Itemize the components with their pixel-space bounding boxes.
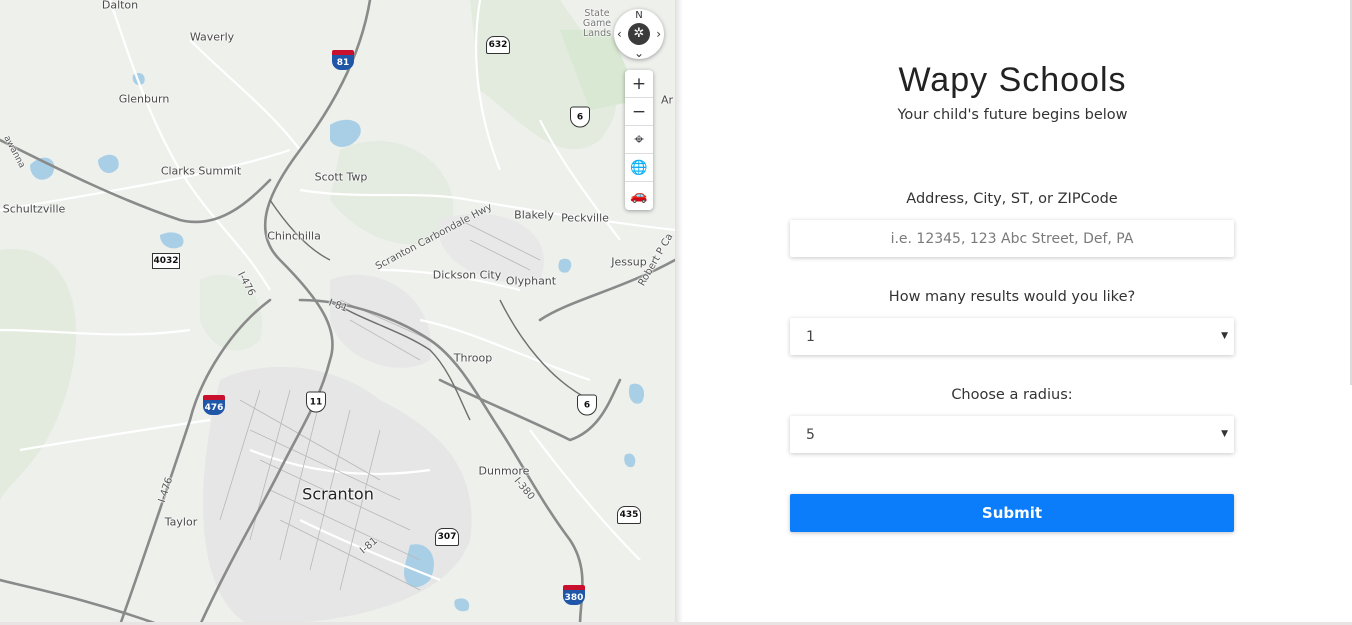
radius-value: 5 [806,426,815,443]
us-route-shield: 6 [577,394,597,416]
map-toolbar: + − ⌖ 🌐 🚗 [625,70,653,210]
rotate-left-icon[interactable]: ‹ [617,28,622,40]
results-count-label: How many results would you like? [888,289,1136,305]
place-label: Glenburn [118,92,170,106]
place-label: Throop [453,351,493,365]
place-label-scranton: Scranton [302,484,374,504]
rotate-right-icon[interactable]: › [656,28,661,40]
page-subtitle: Your child's future begins below [897,107,1128,123]
us-route-shield: 6 [570,106,590,128]
interstate-shield: 476 [203,395,225,415]
compass-reset-icon[interactable]: ✲ [628,23,650,45]
address-input[interactable] [790,220,1234,257]
zoom-out-button[interactable]: − [625,98,653,126]
traffic-button[interactable]: 🚗 [625,182,653,210]
chevron-down-icon: ▼ [1221,429,1228,439]
radius-select[interactable]: 5 ▼ [790,416,1234,453]
us-route-shield: 11 [306,391,326,413]
map-style-button[interactable]: 🌐 [625,154,653,182]
place-label: Scott Twp [314,170,368,184]
globe-icon: 🌐 [630,159,648,176]
state-route-shield: 307 [435,528,459,546]
search-panel: Wapy Schools Your child's future begins … [675,0,1352,623]
tilt-down-icon[interactable]: ⌄ [634,47,644,59]
county-route-shield: 4032 [152,253,180,269]
place-label: Dickson City [432,268,502,282]
place-label: Schultzville [2,202,66,216]
submit-button[interactable]: Submit [790,494,1234,532]
place-label: Taylor [164,515,198,529]
place-label: Peckville [561,211,609,225]
place-label: State Game Lands [582,8,612,39]
compass-north-label: N [635,10,643,21]
state-route-shield: 632 [486,36,510,54]
place-label: Jessup [611,255,647,269]
place-label: Waverly [189,30,235,44]
map-view[interactable]: Dalton Waverly Glenburn Clarks Summit Sc… [0,0,675,625]
radius-label: Choose a radius: [951,387,1073,403]
place-label: Ar [660,93,674,107]
state-route-shield: 435 [617,506,641,524]
interstate-shield: 81 [332,50,354,70]
compass-control[interactable]: N ‹ › ⌄ ✲ [614,9,664,59]
page-title: Wapy Schools [898,61,1127,99]
results-count-select[interactable]: 1 ▼ [790,318,1234,355]
results-count-value: 1 [806,328,815,345]
place-label: Dunmore [478,464,530,478]
locate-icon: ⌖ [634,129,644,150]
place-label: Clarks Summit [160,164,242,178]
place-label: Dalton [101,0,139,12]
zoom-in-button[interactable]: + [625,70,653,98]
locate-me-button[interactable]: ⌖ [625,126,653,154]
interstate-shield: 380 [563,585,585,605]
place-label: Olyphant [505,274,557,288]
place-label: Blakely [514,208,554,222]
car-icon: 🚗 [630,188,648,204]
chevron-down-icon: ▼ [1221,331,1228,341]
address-label: Address, City, ST, or ZIPCode [906,191,1118,207]
map-basemap [0,0,675,625]
place-label: Chinchilla [267,229,321,243]
